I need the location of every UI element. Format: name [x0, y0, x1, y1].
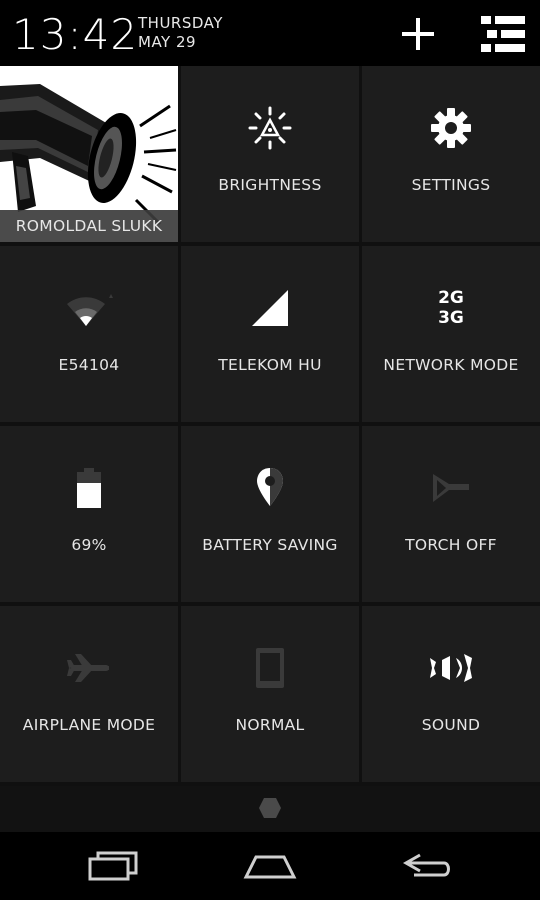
notification-header: 13:42 THURSDAY MAY 29 — [0, 0, 540, 66]
brightness-label: BRIGHTNESS — [218, 176, 322, 194]
airplane-label: AIRPLANE MODE — [22, 716, 156, 734]
battery-tile[interactable]: 69% — [0, 426, 178, 602]
wifi-label: E54104 — [58, 356, 120, 374]
torch-icon — [433, 474, 469, 502]
home-button[interactable] — [225, 846, 315, 886]
battery-saving-tile[interactable]: BATTERY SAVING — [181, 426, 359, 602]
back-icon — [402, 853, 450, 877]
home-icon — [243, 855, 297, 879]
battery-label: 69% — [71, 536, 107, 554]
date-block[interactable]: THURSDAY MAY 29 — [138, 14, 223, 52]
gear-icon — [431, 108, 471, 148]
recents-button[interactable] — [68, 846, 158, 886]
wifi-icon — [67, 294, 113, 326]
add-tile-button[interactable] — [393, 10, 443, 58]
settings-label: SETTINGS — [411, 176, 491, 194]
battery-icon — [77, 468, 101, 508]
plus-icon — [402, 18, 434, 50]
network-mode-2g: 2G — [438, 288, 464, 308]
profile-tile[interactable]: ROMOLDAL SLUKK — [0, 66, 178, 242]
signal-icon — [252, 290, 288, 326]
sound-label: SOUND — [421, 716, 481, 734]
network-mode-3g: 3G — [438, 308, 464, 328]
phone-icon — [256, 648, 284, 688]
list-icon — [481, 16, 525, 52]
recents-icon — [88, 851, 138, 881]
mobile-network-tile[interactable]: TELEKOM HU — [181, 246, 359, 422]
ringer-mode-label: NORMAL — [235, 716, 305, 734]
quick-settings-grid: ROMOLDAL SLUKK BRIGHTNESS SETTINGS E5410… — [0, 66, 540, 786]
brightness-icon — [248, 106, 292, 150]
sound-tile[interactable]: SOUND — [362, 606, 540, 782]
airplane-icon — [67, 654, 109, 682]
back-button[interactable] — [382, 846, 472, 886]
settings-tile[interactable]: SETTINGS — [362, 66, 540, 242]
wifi-tile[interactable]: E54104 — [0, 246, 178, 422]
network-mode-label: NETWORK MODE — [383, 356, 519, 374]
mobile-network-label: TELEKOM HU — [218, 356, 322, 374]
profile-name: ROMOLDAL SLUKK — [0, 210, 178, 242]
drag-handle-area[interactable] — [0, 786, 540, 832]
battery-saving-label: BATTERY SAVING — [202, 536, 338, 554]
network-mode-icon: 2G 3G — [362, 286, 540, 330]
clock[interactable]: 13:42 — [12, 10, 138, 60]
date-label: MAY 29 — [138, 33, 197, 51]
torch-tile[interactable]: TORCH OFF — [362, 426, 540, 602]
speaker-icon — [430, 654, 472, 682]
day-label: THURSDAY — [138, 14, 223, 32]
navigation-bar — [0, 832, 540, 900]
hexagon-handle-icon[interactable] — [258, 796, 282, 820]
torch-label: TORCH OFF — [405, 536, 497, 554]
airplane-tile[interactable]: AIRPLANE MODE — [0, 606, 178, 782]
notification-list-button[interactable] — [478, 10, 528, 58]
location-icon — [257, 468, 283, 506]
ringer-mode-tile[interactable]: NORMAL — [181, 606, 359, 782]
network-mode-tile[interactable]: 2G 3G NETWORK MODE — [362, 246, 540, 422]
brightness-tile[interactable]: BRIGHTNESS — [181, 66, 359, 242]
